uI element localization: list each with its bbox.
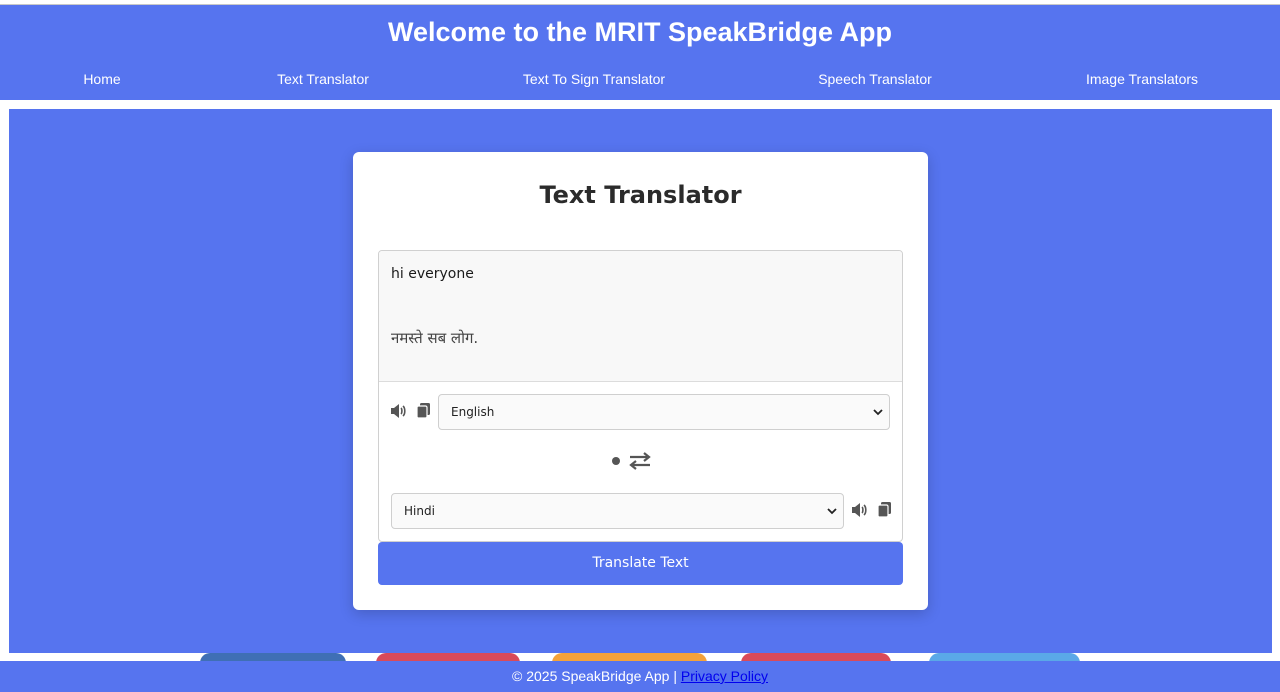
source-language-value: English bbox=[451, 405, 495, 419]
target-language-select[interactable]: Hindi bbox=[391, 493, 844, 529]
nav-speech-translator[interactable]: Speech Translator bbox=[818, 71, 932, 87]
status-dot bbox=[612, 457, 620, 465]
text-io-area: hi everyone नमस्ते सब लोग. bbox=[379, 251, 902, 382]
source-copy-icon[interactable] bbox=[414, 401, 432, 419]
app-title: Welcome to the MRIT SpeakBridge App bbox=[387, 17, 893, 47]
swap-arrows-icon[interactable] bbox=[629, 451, 651, 471]
source-language-select[interactable]: English bbox=[438, 394, 890, 430]
chevron-down-icon bbox=[873, 395, 883, 429]
nav-text-to-sign-translator[interactable]: Text To Sign Translator bbox=[523, 71, 665, 87]
target-speaker-icon[interactable] bbox=[851, 501, 869, 519]
main-nav: Home Text Translator Text To Sign Transl… bbox=[0, 71, 1280, 89]
translate-text-button[interactable]: Translate Text bbox=[378, 542, 903, 585]
privacy-policy-link[interactable]: Privacy Policy bbox=[681, 668, 768, 684]
nav-text-translator[interactable]: Text Translator bbox=[277, 71, 369, 87]
app-header: Welcome to the MRIT SpeakBridge App Home… bbox=[0, 5, 1280, 100]
translated-text-output: नमस्ते सब लोग. bbox=[391, 329, 479, 347]
target-language-value: Hindi bbox=[404, 504, 435, 518]
app-footer: © 2025 SpeakBridge App | Privacy Policy bbox=[0, 661, 1280, 692]
translator-card: Text Translator hi everyone नमस्ते सब लो… bbox=[353, 152, 928, 610]
source-text-input[interactable]: hi everyone bbox=[391, 266, 474, 282]
translator-panel: hi everyone नमस्ते सब लोग. English Hindi bbox=[378, 250, 903, 542]
target-copy-icon[interactable] bbox=[875, 500, 893, 518]
nav-image-translators[interactable]: Image Translators bbox=[1086, 71, 1198, 87]
footer-copyright: © 2025 SpeakBridge App | bbox=[512, 668, 681, 684]
nav-home[interactable]: Home bbox=[83, 71, 120, 87]
card-title: Text Translator bbox=[539, 181, 742, 209]
source-speaker-icon[interactable] bbox=[390, 402, 408, 420]
chevron-down-icon bbox=[827, 494, 837, 528]
